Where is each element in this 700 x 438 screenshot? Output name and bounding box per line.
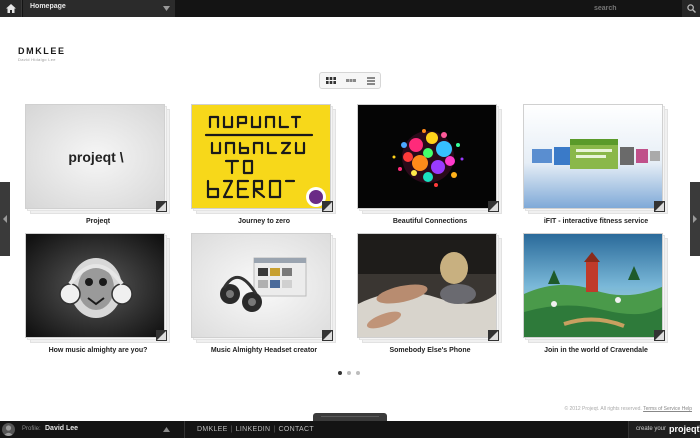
page-select[interactable]: Homepage [23,0,175,17]
project-thumbnail[interactable] [523,104,669,216]
music-almighty-thumbnail-image [25,233,165,338]
project-title[interactable]: How music almighty are you? [25,347,171,354]
view-switcher [319,72,381,89]
list-view-icon [346,79,356,82]
search-box [592,0,682,17]
divider [184,421,185,438]
expand-corner-icon[interactable] [488,330,499,341]
footer-link-linkedin[interactable]: LINKEDIN [236,426,271,433]
home-icon [6,4,16,13]
project-tile[interactable]: Beautiful Connections [357,104,503,230]
search-button[interactable] [682,0,700,17]
project-thumbnail[interactable] [357,233,503,345]
logo-subtitle: David Hidalgo Lee [18,57,56,62]
arrow-right-icon [693,215,697,223]
page-dot-3[interactable] [356,371,360,375]
project-title[interactable]: Join in the world of Cravendale [523,347,669,354]
project-thumbnail[interactable] [191,104,337,216]
cravendale-thumbnail-image [523,233,663,338]
expand-corner-icon[interactable] [654,201,665,212]
expand-corner-icon[interactable] [156,330,167,341]
journey-to-zero-thumbnail-image [191,104,331,209]
list-view-button[interactable] [341,73,361,88]
project-thumbnail[interactable] [191,233,337,345]
page-dot-1[interactable] [338,371,342,375]
headset-creator-thumbnail-image [191,233,331,338]
chevron-up-icon[interactable] [163,427,170,432]
arrow-left-icon [3,215,7,223]
project-thumbnail[interactable] [357,104,503,216]
somebody-elses-phone-thumbnail-image [357,233,497,338]
project-tile[interactable]: Music Almighty Headset creator [191,233,337,359]
profile-name[interactable]: David Lee [45,425,78,432]
create-brand: projeqt\ [669,424,700,434]
user-avatar-icon [3,425,14,436]
project-tile[interactable]: Journey to zero [191,104,337,230]
project-title[interactable]: Beautiful Connections [357,218,503,225]
expand-corner-icon[interactable] [488,201,499,212]
project-title[interactable]: Journey to zero [191,218,337,225]
project-tile[interactable]: Somebody Else's Phone [357,233,503,359]
page-dot-2[interactable] [347,371,351,375]
top-bar: Homepage [0,0,700,17]
search-input[interactable] [592,0,678,17]
previous-page-arrow[interactable] [0,182,10,256]
detail-view-button[interactable] [361,73,381,88]
site-logo[interactable]: DMKLEE David Hidalgo Lee [18,46,66,62]
expand-corner-icon[interactable] [654,330,665,341]
copyright-text: © 2012 Projeqt. All rights reserved. [564,406,642,412]
home-button[interactable] [0,0,22,17]
expand-corner-icon[interactable] [156,201,167,212]
search-icon [687,4,696,13]
bottom-bar: Profile: David Lee DMKLEE | LINKEDIN | CONTA… [0,421,700,438]
project-title[interactable]: iFIT - interactive fitness service [523,218,669,225]
drawer-handle[interactable] [313,413,387,421]
footer-link-contact[interactable]: CONTACT [279,426,314,433]
project-tile[interactable]: projeqt \ Projeqt [25,104,171,230]
next-page-arrow[interactable] [690,182,700,256]
chevron-down-icon [163,6,170,11]
create-label: create your [636,426,667,432]
grid-view-button[interactable] [321,73,341,88]
project-tile[interactable]: iFIT - interactive fitness service [523,104,669,230]
page-select-value: Homepage [30,3,66,10]
create-projeqt-button[interactable]: create your projeqt\ [628,421,700,438]
project-title[interactable]: Music Almighty Headset creator [191,347,337,354]
project-tile[interactable]: How music almighty are you? [25,233,171,359]
footer-links: DMKLEE | LINKEDIN | CONTACT [197,426,314,433]
terms-link[interactable]: Terms of Service Help [643,406,692,412]
logo-title: DMKLEE [18,46,66,56]
projeqt-thumbnail-image: projeqt \ [25,104,165,209]
detail-view-icon [367,77,375,85]
profile-label: Profile: [22,426,41,432]
expand-corner-icon[interactable] [322,201,333,212]
project-title[interactable]: Somebody Else's Phone [357,347,503,354]
copyright-line: © 2012 Projeqt. All rights reserved. Ter… [564,406,692,412]
beautiful-connections-thumbnail-image [357,104,497,209]
project-title[interactable]: Projeqt [25,218,171,225]
project-thumbnail[interactable] [523,233,669,345]
project-thumbnail[interactable]: projeqt \ [25,104,171,216]
projeqt-logo-text: projeqt \ [68,149,123,165]
expand-corner-icon[interactable] [322,330,333,341]
avatar[interactable] [2,423,15,436]
ifit-thumbnail-image [523,104,663,209]
project-tile[interactable]: Join in the world of Cravendale [523,233,669,359]
footer-link-dmklee[interactable]: DMKLEE [197,426,228,433]
grid-view-icon [326,77,336,84]
project-thumbnail[interactable] [25,233,171,345]
